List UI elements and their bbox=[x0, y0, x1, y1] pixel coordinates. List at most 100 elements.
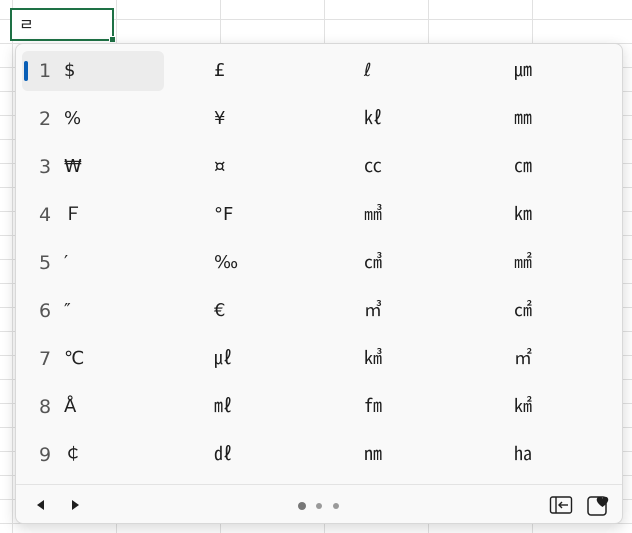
candidate-item[interactable]: ㎕ bbox=[214, 339, 356, 379]
candidate-item[interactable]: 7 ℃ bbox=[22, 339, 164, 379]
candidate-item[interactable]: ㎠ bbox=[514, 291, 632, 331]
candidate-number: 1 bbox=[39, 60, 52, 82]
candidate-symbol: ¤ bbox=[214, 156, 226, 177]
prev-page-button[interactable] bbox=[30, 494, 52, 516]
fill-handle[interactable] bbox=[109, 36, 116, 43]
candidate-item[interactable]: ㎡ bbox=[514, 339, 632, 379]
candidate-item[interactable]: 2 % bbox=[22, 99, 164, 139]
candidate-item[interactable]: ㎝ bbox=[514, 147, 632, 187]
candidate-symbol: ℓ bbox=[364, 60, 372, 81]
candidate-item[interactable]: 9 ￠ bbox=[22, 435, 164, 475]
candidate-item[interactable]: ¤ bbox=[214, 147, 356, 187]
candidate-symbol: ㎗ bbox=[214, 444, 232, 465]
candidate-symbol: ㎘ bbox=[364, 108, 382, 129]
candidate-symbol: ㎡ bbox=[514, 348, 532, 369]
candidate-item[interactable]: ㏄ bbox=[364, 147, 506, 187]
candidate-symbol: ‰ bbox=[214, 252, 239, 273]
candidate-symbol: ₩ bbox=[64, 156, 82, 177]
candidate-symbol: ″ bbox=[64, 300, 71, 321]
candidate-symbol: € bbox=[214, 300, 226, 321]
candidate-symbol: Ｆ bbox=[64, 204, 82, 225]
candidate-symbol: ㎛ bbox=[514, 60, 532, 81]
candidate-item[interactable]: ㎞ bbox=[514, 195, 632, 235]
candidate-item[interactable]: 8 Å bbox=[22, 387, 164, 427]
candidate-item[interactable]: € bbox=[214, 291, 356, 331]
candidate-number: 7 bbox=[39, 348, 52, 370]
candidate-symbol: ℃ bbox=[64, 348, 85, 369]
candidate-footer bbox=[16, 485, 622, 525]
candidate-item[interactable]: 3 ₩ bbox=[22, 147, 164, 187]
candidate-symbol: ㎠ bbox=[514, 300, 532, 321]
candidate-item[interactable]: ㎟ bbox=[514, 243, 632, 283]
candidate-symbol: ㎝ bbox=[514, 156, 532, 177]
ime-candidate-panel: 1 $ 2 % 3 ₩ 4 Ｆ 5 ′ 6 ″ 7 ℃ 8 Å 9 ￠ £ ¥ … bbox=[15, 43, 623, 524]
triangle-right-icon bbox=[72, 500, 79, 510]
candidate-item[interactable]: ㎤ bbox=[364, 243, 506, 283]
candidate-item[interactable]: ㎙ bbox=[364, 387, 506, 427]
page-dot[interactable] bbox=[316, 503, 322, 509]
candidate-item[interactable]: ‰ bbox=[214, 243, 356, 283]
candidate-number: 4 bbox=[39, 204, 52, 226]
candidate-item[interactable]: °F bbox=[214, 195, 356, 235]
candidate-grid: 1 $ 2 % 3 ₩ 4 Ｆ 5 ′ 6 ″ 7 ℃ 8 Å 9 ￠ £ ¥ … bbox=[22, 49, 618, 481]
candidate-item[interactable]: ㎢ bbox=[514, 387, 632, 427]
active-cell[interactable]: ㄹ bbox=[10, 8, 116, 43]
page-indicator bbox=[296, 501, 346, 511]
candidate-number: 2 bbox=[39, 108, 52, 130]
cell-value: ㄹ bbox=[19, 15, 34, 34]
candidate-item[interactable]: ¥ bbox=[214, 99, 356, 139]
candidate-symbol: ㎦ bbox=[364, 348, 382, 369]
candidate-symbol: ㎖ bbox=[214, 396, 232, 417]
candidate-item[interactable]: ㎘ bbox=[364, 99, 506, 139]
candidate-item[interactable]: ㎦ bbox=[364, 339, 506, 379]
candidate-symbol: °F bbox=[214, 204, 234, 225]
candidate-item[interactable]: ㎖ bbox=[214, 387, 356, 427]
candidate-item[interactable]: ㎚ bbox=[364, 435, 506, 475]
candidate-item[interactable]: ㎥ bbox=[364, 291, 506, 331]
triangle-left-icon bbox=[37, 500, 44, 510]
candidate-number: 5 bbox=[39, 252, 52, 274]
selection-indicator bbox=[24, 61, 28, 81]
candidate-item[interactable]: 4 Ｆ bbox=[22, 195, 164, 235]
candidate-symbol: ′ bbox=[64, 252, 69, 273]
candidate-number: 6 bbox=[39, 300, 52, 322]
candidate-symbol: ㎕ bbox=[214, 348, 232, 369]
candidate-symbol: ￠ bbox=[64, 444, 82, 465]
candidate-symbol: ¥ bbox=[214, 108, 226, 129]
candidate-item[interactable]: ㎣ bbox=[364, 195, 506, 235]
candidate-item[interactable]: ㎗ bbox=[214, 435, 356, 475]
expand-panel-button[interactable] bbox=[549, 493, 573, 517]
candidate-symbol: ㎚ bbox=[364, 444, 382, 465]
candidate-item[interactable]: ℓ bbox=[364, 51, 506, 91]
candidate-symbol: ㎥ bbox=[364, 300, 382, 321]
candidate-number: 3 bbox=[39, 156, 52, 178]
candidate-symbol: ㎢ bbox=[514, 396, 532, 417]
candidate-symbol: ㎟ bbox=[514, 252, 532, 273]
candidate-symbol: ㏊ bbox=[514, 444, 532, 465]
candidate-number: 8 bbox=[39, 396, 52, 418]
page-dot[interactable] bbox=[298, 502, 306, 510]
candidate-item[interactable]: £ bbox=[214, 51, 356, 91]
page-dot[interactable] bbox=[333, 503, 339, 509]
candidate-symbol: Å bbox=[64, 396, 77, 417]
candidate-item[interactable]: ㎜ bbox=[514, 99, 632, 139]
next-page-button[interactable] bbox=[64, 494, 86, 516]
candidate-item[interactable]: 6 ″ bbox=[22, 291, 164, 331]
candidate-symbol: ㎙ bbox=[364, 396, 382, 417]
candidate-item[interactable]: 1 $ bbox=[22, 51, 164, 91]
candidate-symbol: % bbox=[64, 108, 82, 129]
candidate-symbol: ㎣ bbox=[364, 204, 382, 225]
candidate-symbol: ㎜ bbox=[514, 108, 532, 129]
candidate-symbol: ㎞ bbox=[514, 204, 532, 225]
panel-collapse-icon bbox=[549, 496, 573, 514]
candidate-item[interactable]: ㎛ bbox=[514, 51, 632, 91]
candidate-symbol: £ bbox=[214, 60, 226, 81]
candidate-item[interactable]: ㏊ bbox=[514, 435, 632, 475]
candidate-symbol: ㏄ bbox=[364, 156, 382, 177]
candidate-number: 9 bbox=[39, 444, 52, 466]
heart-icon bbox=[587, 496, 609, 516]
candidate-item[interactable]: 5 ′ bbox=[22, 243, 164, 283]
candidate-symbol: $ bbox=[64, 60, 76, 81]
candidate-symbol: ㎤ bbox=[364, 252, 382, 273]
favorites-button[interactable] bbox=[586, 493, 610, 517]
